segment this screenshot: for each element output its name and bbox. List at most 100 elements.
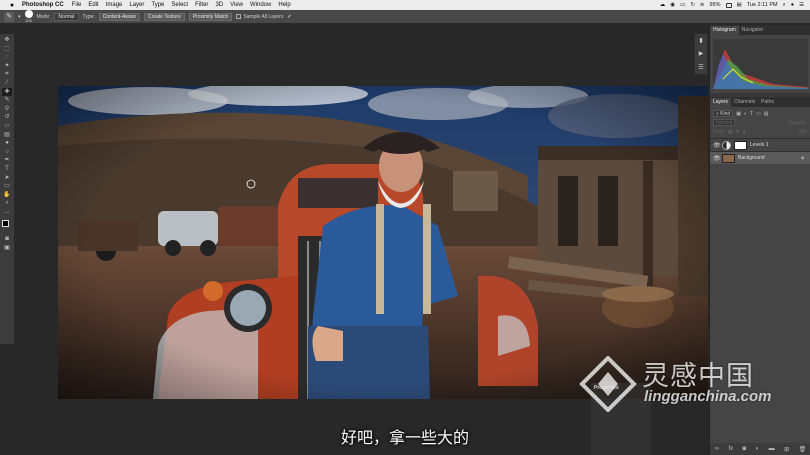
menu-view[interactable]: View [230, 2, 243, 8]
menu-filter[interactable]: Filter [195, 2, 208, 8]
lock-pixels-icon[interactable]: ▦ [728, 129, 733, 135]
checkbox-box [236, 14, 242, 19]
tab-navigator[interactable]: Navigator [739, 26, 766, 35]
hand-tool-icon[interactable]: ✋ [2, 191, 12, 200]
fill-label: Fill: [799, 128, 807, 135]
layer-filter-kind-select[interactable]: ⌕ Kind [713, 110, 734, 117]
eyedropper-tool-icon[interactable]: ⁄ [2, 79, 12, 88]
lock-position-icon[interactable]: ✥ [736, 129, 740, 135]
chevron-down-icon[interactable]: ▾ [18, 14, 21, 20]
layers-tabs: Layers Channels Paths [710, 97, 810, 107]
menu-help[interactable]: Help [278, 2, 290, 8]
brush-preset-picker[interactable]: 100 [24, 10, 33, 23]
visibility-eye-icon[interactable]: 👁︎ [713, 155, 721, 162]
quick-mask-icon[interactable]: ◙ [2, 235, 12, 244]
input-flag-icon[interactable]: ▤ [737, 2, 742, 8]
filter-type-icon[interactable]: T [750, 111, 753, 117]
photoshop-window: ● Photoshop CC File Edit Image Layer Typ… [0, 0, 810, 455]
histogram-tabs: Histogram Navigator [710, 25, 810, 35]
layer-row-background[interactable]: 👁︎ Background 🔒︎ [710, 151, 810, 164]
menu-3d[interactable]: 3D [215, 2, 223, 8]
eraser-tool-icon[interactable]: ▱ [2, 122, 12, 131]
blend-mode-select[interactable]: Normal [713, 119, 736, 126]
layer-row-levels[interactable]: 👁︎ Levels 1 [710, 138, 810, 151]
adjustment-layer-icon [722, 140, 731, 150]
pressure-size-icon[interactable]: ✐ [287, 14, 291, 20]
spotlight-search-icon[interactable]: ⌕ [783, 2, 786, 9]
color-swatches[interactable] [1, 219, 13, 231]
video-subtitle: 好吧，拿一些大的 [340, 428, 469, 447]
shape-tool-icon[interactable]: ▭ [2, 182, 12, 191]
notification-list-icon[interactable]: ☰ [799, 2, 804, 8]
pen-tool-icon[interactable]: ✒ [2, 156, 12, 165]
brush-tool-icon[interactable]: ✎ [2, 96, 12, 105]
lock-icon[interactable]: 🔒︎ [801, 155, 804, 161]
create-texture-button[interactable]: Create Texture [144, 12, 185, 21]
sync-icon[interactable]: ↻ [690, 2, 695, 8]
history-brush-tool-icon[interactable]: ↺ [2, 113, 12, 122]
foreground-color-swatch[interactable] [2, 220, 9, 228]
healing-brush-tool-icon[interactable]: ✚ [2, 87, 12, 97]
type-tool-icon[interactable]: T [2, 165, 12, 174]
menu-edit[interactable]: Edit [88, 2, 98, 8]
tab-histogram[interactable]: Histogram [710, 26, 739, 35]
filter-adjustment-icon[interactable]: ◐ [744, 111, 747, 117]
content-aware-button[interactable]: Content-Aware [98, 12, 141, 21]
tab-paths[interactable]: Paths [758, 98, 777, 107]
clone-stamp-tool-icon[interactable]: ⚲ [2, 105, 12, 114]
panel-dock-icons: ▮ ▶ ☰ [694, 33, 708, 75]
tab-channels[interactable]: Channels [731, 98, 758, 107]
path-select-tool-icon[interactable]: ➤ [2, 174, 12, 183]
lock-all-icon[interactable]: 🔒︎ [743, 129, 746, 135]
battery-percent: 95% [709, 2, 721, 8]
filter-smart-object-icon[interactable]: ▤ [764, 111, 769, 117]
more-tools-icon[interactable]: … [2, 208, 12, 217]
histogram-graph [713, 39, 808, 89]
menu-file[interactable]: File [72, 2, 82, 8]
watermark-english: lingganchina.com [644, 388, 772, 405]
sample-all-layers-checkbox[interactable]: Sample All Layers [236, 14, 283, 20]
gradient-tool-icon[interactable]: ▤ [2, 131, 12, 140]
app-name-menu[interactable]: Photoshop CC [22, 2, 64, 8]
layer-name[interactable]: Levels 1 [750, 142, 769, 148]
lock-label: Lock: [713, 128, 725, 135]
crop-tool-icon[interactable]: ⌗ [2, 70, 12, 79]
macos-menu-bar: ● Photoshop CC File Edit Image Layer Typ… [0, 0, 810, 10]
properties-panel-icon[interactable]: ☰ [698, 64, 703, 71]
filter-shape-icon[interactable]: ▭ [756, 111, 761, 117]
clock[interactable]: Tue 2:11 PM [747, 2, 778, 8]
layer-name[interactable]: Background [738, 155, 765, 161]
battery-icon[interactable] [725, 2, 732, 8]
wifi-icon[interactable]: ≋ [700, 2, 705, 8]
user-icon[interactable]: ● [791, 2, 794, 8]
lasso-tool-icon[interactable]: ◌ [2, 53, 12, 62]
quick-select-tool-icon[interactable]: ✦ [2, 62, 12, 71]
marquee-tool-icon[interactable]: ⬚ [2, 45, 12, 54]
screen-mode-icon[interactable]: ▣ [2, 244, 12, 253]
filter-pixel-icon[interactable]: ▣ [736, 111, 741, 117]
kind-label: Kind [720, 111, 731, 117]
layer-mask-thumbnail[interactable] [734, 140, 747, 150]
tool-options-bar: ✎ ▾ 100 Mode: Normal Type: Content-Aware… [0, 10, 810, 24]
menu-type[interactable]: Type [151, 2, 164, 8]
mode-select[interactable]: Normal [54, 12, 79, 21]
visibility-eye-icon[interactable]: 👁︎ [713, 142, 721, 149]
menu-image[interactable]: Image [106, 2, 123, 8]
menu-select[interactable]: Select [171, 2, 188, 8]
display-icon[interactable]: ▭ [680, 2, 685, 8]
menu-layer[interactable]: Layer [129, 2, 144, 8]
proximity-match-button[interactable]: Proximity Match [188, 12, 233, 21]
histogram-panel-icon[interactable]: ▮ [699, 37, 702, 44]
apple-menu-icon[interactable]: ● [8, 2, 16, 9]
zoom-tool-icon[interactable]: ⌕ [2, 199, 12, 208]
spot-healing-brush-icon[interactable]: ✎ [4, 11, 14, 22]
record-icon[interactable]: ◉ [670, 2, 675, 8]
cloud-icon[interactable]: ☁ [660, 2, 666, 8]
tab-layers[interactable]: Layers [710, 98, 732, 107]
move-tool-icon[interactable]: ✥ [2, 36, 12, 45]
histogram-panel [710, 35, 810, 93]
menu-window[interactable]: Window [250, 2, 271, 8]
dodge-tool-icon[interactable]: ○ [2, 148, 12, 157]
play-actions-icon[interactable]: ▶ [699, 50, 704, 57]
blur-tool-icon[interactable]: ● [2, 139, 12, 148]
